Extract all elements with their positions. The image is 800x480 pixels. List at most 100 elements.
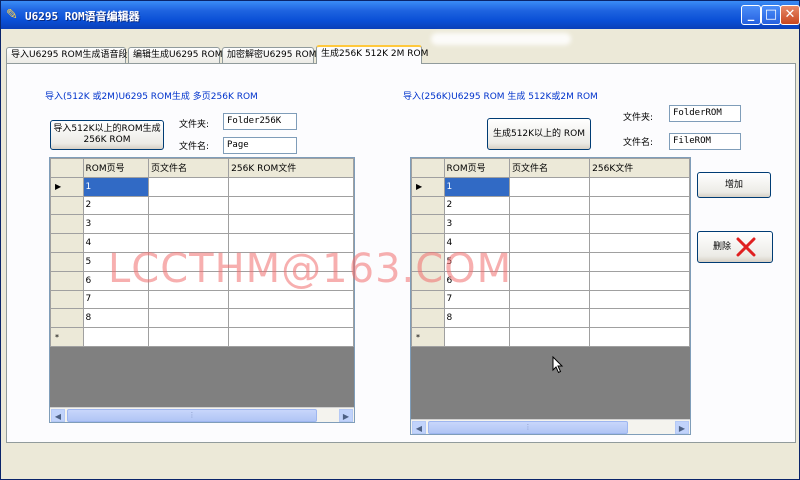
- cell-page[interactable]: 1: [82, 176, 150, 197]
- column-header-page[interactable]: ROM页号: [443, 158, 511, 178]
- right-file-input[interactable]: FileROM: [669, 133, 741, 150]
- cell-rom-file[interactable]: [228, 195, 354, 216]
- scroll-right-arrow-icon[interactable]: ▶: [339, 409, 353, 422]
- cell-256k-file[interactable]: [589, 327, 690, 347]
- cell-filename[interactable]: [509, 176, 591, 197]
- left-heading: 导入(512K 或2M)U6295 ROM生成 多页256K ROM: [45, 92, 258, 102]
- right-folder-input[interactable]: FolderROM: [669, 105, 741, 122]
- right-folder-label: 文件夹:: [623, 113, 654, 123]
- cell-256k-file[interactable]: [589, 214, 690, 235]
- cell-filename[interactable]: [509, 233, 591, 253]
- delete-button-label: 删除: [712, 241, 731, 252]
- table-row[interactable]: 3: [50, 214, 354, 235]
- right-data-grid[interactable]: ROM页号 页文件名 256K文件 ▶ 1 2 3 4 5 6 7 8 * ◀ ⋮…: [410, 157, 691, 435]
- row-header: [50, 195, 84, 216]
- cell-filename[interactable]: [148, 214, 230, 235]
- table-row[interactable]: 7: [50, 289, 354, 310]
- left-folder-input[interactable]: Folder256K: [223, 113, 297, 130]
- mouse-cursor-icon: [552, 356, 564, 374]
- cell-256k-file[interactable]: [589, 195, 690, 216]
- window-title: U6295 ROM语音编辑器: [25, 10, 140, 23]
- grid-corner-header: [50, 158, 84, 178]
- cell-256k-file[interactable]: [589, 270, 690, 291]
- tab-edit-rom[interactable]: 编辑生成U6295 ROM: [128, 47, 222, 63]
- cell-page[interactable]: 3: [82, 214, 150, 235]
- cell-filename[interactable]: [509, 251, 591, 272]
- table-row[interactable]: 2: [411, 195, 690, 216]
- cell-page[interactable]: [443, 327, 511, 347]
- cell-page[interactable]: 8: [82, 308, 150, 329]
- table-row[interactable]: 3: [411, 214, 690, 235]
- cell-rom-file[interactable]: [228, 176, 354, 197]
- right-heading: 导入(256K)U6295 ROM 生成 512K或2M ROM: [403, 92, 598, 102]
- left-file-input[interactable]: Page: [223, 137, 297, 154]
- maximize-button[interactable]: □: [761, 5, 781, 25]
- cell-page[interactable]: 3: [443, 214, 511, 235]
- cell-filename[interactable]: [148, 176, 230, 197]
- cell-filename[interactable]: [148, 289, 230, 310]
- generate-512k-button[interactable]: 生成512K以上的 ROM: [487, 118, 591, 150]
- cell-page[interactable]: 2: [443, 195, 511, 216]
- cell-rom-file[interactable]: [228, 214, 354, 235]
- close-button[interactable]: ✕: [780, 5, 800, 25]
- cell-filename[interactable]: [509, 214, 591, 235]
- cell-page[interactable]: 7: [82, 289, 150, 310]
- cell-256k-file[interactable]: [589, 176, 690, 197]
- column-header-filename[interactable]: 页文件名: [509, 158, 591, 178]
- row-header: [50, 214, 84, 235]
- tab-import-segments[interactable]: 导入U6295 ROM生成语音段: [6, 47, 127, 63]
- table-row[interactable]: 8: [50, 308, 354, 329]
- table-row[interactable]: 8: [411, 308, 690, 329]
- left-file-label: 文件名:: [179, 142, 210, 152]
- cell-filename[interactable]: [509, 289, 591, 310]
- cell-256k-file[interactable]: [589, 251, 690, 272]
- row-header: [50, 251, 84, 272]
- scroll-left-arrow-icon[interactable]: ◀: [51, 409, 65, 422]
- tab-encrypt-rom[interactable]: 加密解密U6295 ROM: [222, 47, 316, 63]
- left-horizontal-scrollbar[interactable]: ◀ ⋮ ▶: [50, 407, 354, 422]
- maximize-icon: □: [764, 7, 778, 22]
- cell-rom-file[interactable]: [228, 327, 354, 347]
- column-header-page[interactable]: ROM页号: [82, 158, 150, 178]
- cell-filename[interactable]: [148, 327, 230, 347]
- right-horizontal-scrollbar[interactable]: ◀ ⋮ ▶: [411, 419, 690, 434]
- cell-page[interactable]: 1: [443, 176, 511, 197]
- column-header-rom-file[interactable]: 256K ROM文件: [228, 158, 354, 178]
- cell-filename[interactable]: [509, 327, 591, 347]
- cell-256k-file[interactable]: [589, 308, 690, 329]
- table-row[interactable]: 7: [411, 289, 690, 310]
- title-bar[interactable]: ✎ U6295 ROM语音编辑器 _ □ ✕: [1, 1, 800, 29]
- scroll-thumb[interactable]: ⋮: [67, 409, 317, 422]
- cell-filename[interactable]: [509, 308, 591, 329]
- cell-filename[interactable]: [148, 308, 230, 329]
- add-button[interactable]: 增加: [697, 172, 771, 198]
- scroll-left-arrow-icon[interactable]: ◀: [412, 421, 426, 434]
- new-row[interactable]: *: [50, 327, 354, 347]
- cell-page[interactable]: [82, 327, 150, 347]
- table-row[interactable]: ▶ 1: [411, 176, 690, 197]
- table-row[interactable]: ▶ 1: [50, 176, 354, 197]
- minimize-button[interactable]: _: [741, 5, 761, 25]
- table-row[interactable]: 2: [50, 195, 354, 216]
- cell-rom-file[interactable]: [228, 289, 354, 310]
- cell-page[interactable]: 8: [443, 308, 511, 329]
- cell-rom-file[interactable]: [228, 308, 354, 329]
- scroll-right-arrow-icon[interactable]: ▶: [675, 421, 689, 434]
- cell-page[interactable]: 7: [443, 289, 511, 310]
- delete-button[interactable]: 删除: [697, 231, 773, 263]
- cell-256k-file[interactable]: [589, 233, 690, 253]
- cell-filename[interactable]: [509, 195, 591, 216]
- cell-filename[interactable]: [509, 270, 591, 291]
- import-512k-button[interactable]: 导入512K以上的ROM生成 256K ROM: [50, 120, 164, 150]
- cell-page[interactable]: 2: [82, 195, 150, 216]
- row-header: [50, 270, 84, 291]
- import-button-line2: 256K ROM: [83, 135, 131, 145]
- column-header-256k-file[interactable]: 256K文件: [589, 158, 690, 178]
- column-header-filename[interactable]: 页文件名: [148, 158, 230, 178]
- tab-generate-rom[interactable]: 生成256K 512K 2M ROM: [316, 45, 428, 64]
- new-row[interactable]: *: [411, 327, 690, 347]
- scroll-thumb[interactable]: ⋮: [428, 421, 628, 434]
- app-window: ✎ U6295 ROM语音编辑器 _ □ ✕ 导入U6295 ROM生成语音段 …: [0, 0, 800, 480]
- cell-256k-file[interactable]: [589, 289, 690, 310]
- cell-filename[interactable]: [148, 195, 230, 216]
